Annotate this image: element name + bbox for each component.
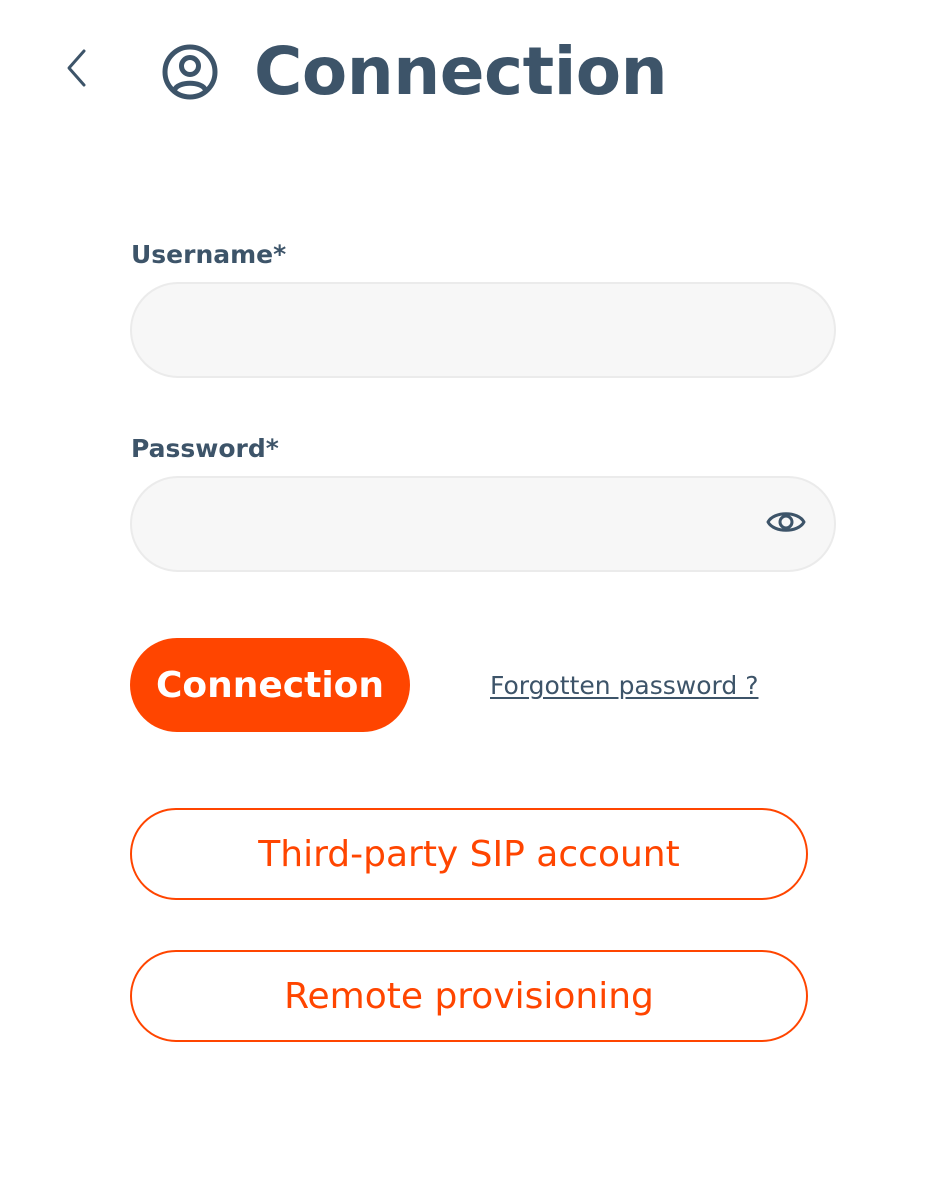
back-button[interactable] <box>56 46 96 94</box>
remote-provisioning-button[interactable]: Remote provisioning <box>130 950 808 1042</box>
page-header: Connection <box>160 26 668 118</box>
connection-button[interactable]: Connection <box>130 638 410 732</box>
password-label: Password* <box>131 434 279 463</box>
page-title: Connection <box>254 33 668 110</box>
username-label: Username* <box>131 240 287 269</box>
user-circle-icon <box>160 42 220 102</box>
third-party-sip-account-button[interactable]: Third-party SIP account <box>130 808 808 900</box>
password-field-wrapper <box>130 476 836 572</box>
chevron-left-icon <box>64 48 88 92</box>
show-password-toggle[interactable] <box>766 507 806 541</box>
forgotten-password-link[interactable]: Forgotten password ? <box>490 671 758 701</box>
username-field-wrapper <box>130 282 836 378</box>
username-input[interactable] <box>160 284 760 376</box>
eye-icon <box>766 507 806 541</box>
password-input[interactable] <box>160 478 760 570</box>
